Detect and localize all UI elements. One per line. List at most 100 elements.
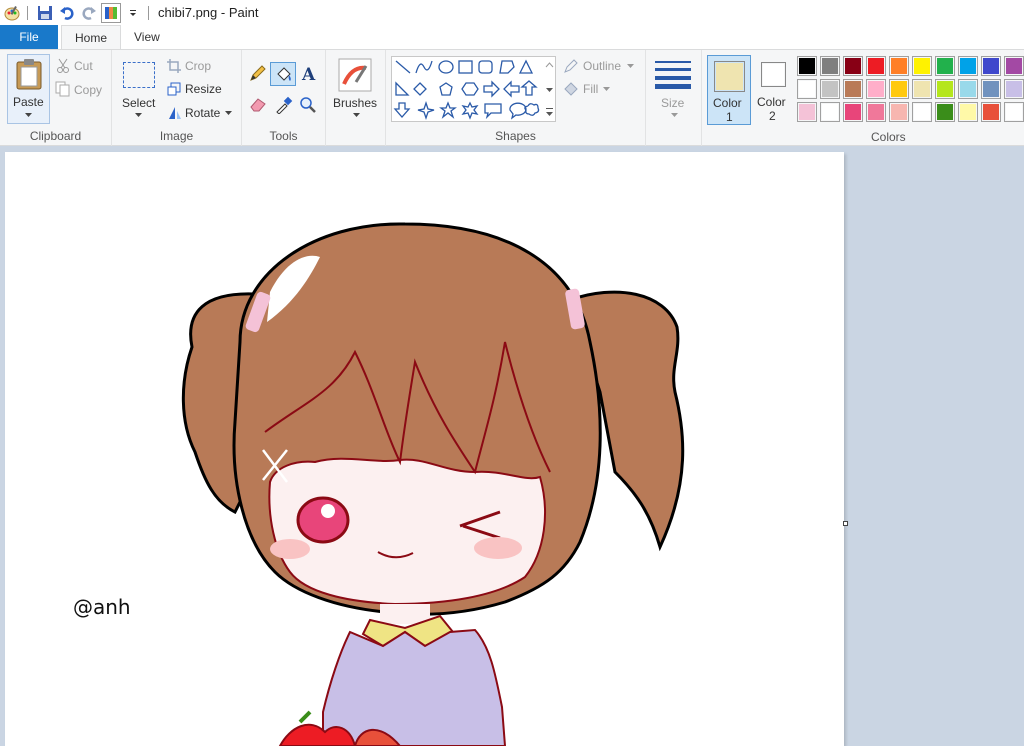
resize-icon — [167, 82, 181, 96]
color-swatch[interactable] — [958, 56, 978, 76]
outline-button[interactable]: Outline — [583, 59, 621, 73]
color1-button[interactable]: Color 1 — [707, 55, 751, 125]
chevron-down-icon — [627, 64, 634, 68]
chevron-down-icon — [225, 111, 232, 115]
color-swatch-fill — [891, 81, 907, 97]
color-swatch[interactable] — [912, 56, 932, 76]
gallery-scrollbar[interactable] — [545, 60, 554, 120]
color-swatch-fill — [914, 81, 930, 97]
color-swatch[interactable] — [889, 56, 909, 76]
color-swatch[interactable] — [1004, 56, 1024, 76]
color-swatch[interactable] — [935, 79, 955, 99]
color-swatch[interactable] — [797, 56, 817, 76]
chevron-down-icon — [671, 113, 678, 117]
resize-button[interactable]: Resize — [185, 82, 222, 96]
color-swatch[interactable] — [797, 102, 817, 122]
text-tool-icon[interactable]: A — [300, 64, 318, 82]
color-swatch[interactable] — [981, 79, 1001, 99]
color-swatch[interactable] — [843, 102, 863, 122]
open-eye — [296, 496, 350, 544]
color-swatch[interactable] — [843, 56, 863, 76]
fill-button[interactable]: Fill — [583, 82, 598, 96]
redo-icon[interactable] — [79, 3, 99, 23]
brushes-label: Brushes — [333, 96, 378, 110]
chibi-drawing — [181, 222, 685, 746]
rectangle-shape-icon — [458, 60, 473, 74]
color-swatch-fill — [822, 58, 838, 74]
color-swatch[interactable] — [866, 79, 886, 99]
undo-icon[interactable] — [57, 3, 77, 23]
color-swatch[interactable] — [866, 102, 886, 122]
save-icon[interactable] — [35, 3, 55, 23]
color-swatch[interactable] — [889, 79, 909, 99]
brushes-group: Brushes — [326, 50, 386, 146]
eraser-icon[interactable] — [249, 96, 267, 112]
quick-access-toolbar — [0, 0, 154, 25]
color-swatch[interactable] — [820, 102, 840, 122]
customize-toolbar-chevron-down-icon[interactable] — [123, 3, 143, 23]
color-swatch-fill — [891, 58, 907, 74]
ribbon-tabs: File Home View — [0, 25, 1024, 49]
color2-button[interactable]: Color 2 — [753, 55, 795, 125]
color-swatch[interactable] — [1004, 102, 1024, 122]
color-swatch-fill — [868, 58, 884, 74]
brushes-button[interactable]: Brushes — [331, 54, 381, 122]
color-swatch[interactable] — [958, 79, 978, 99]
size-button[interactable]: Size — [652, 54, 696, 122]
fill-tool-button[interactable] — [270, 62, 296, 86]
rotate-icon — [169, 107, 181, 119]
color-swatch-fill — [868, 81, 884, 97]
separator — [148, 5, 149, 20]
color-swatch[interactable] — [958, 102, 978, 122]
color-swatch[interactable] — [981, 102, 1001, 122]
color-palette-icon[interactable] — [101, 2, 121, 23]
size-group: Size — [646, 50, 702, 146]
magnifier-icon[interactable] — [299, 96, 317, 114]
shapes-gallery[interactable] — [391, 56, 556, 122]
shapes-group: Outline Fill Shapes — [386, 50, 646, 146]
title-bar: chibi7.png - Paint — [0, 0, 1024, 25]
rotate-button[interactable]: Rotate — [185, 106, 220, 120]
color-swatch-fill — [799, 58, 815, 74]
color-swatch-fill — [1006, 58, 1022, 74]
color-swatch[interactable] — [820, 56, 840, 76]
color1-swatch — [714, 61, 745, 92]
color-swatch[interactable] — [866, 56, 886, 76]
color-swatch[interactable] — [843, 79, 863, 99]
color-swatch[interactable] — [912, 79, 932, 99]
drawing-canvas[interactable]: @anh — [5, 152, 844, 746]
pencil-icon[interactable] — [249, 64, 267, 82]
canvas-resize-handle[interactable] — [843, 521, 848, 526]
color-swatch-fill — [937, 58, 953, 74]
tab-file[interactable]: File — [0, 25, 58, 49]
paint-app-icon[interactable] — [2, 3, 22, 23]
color-swatch[interactable] — [912, 102, 932, 122]
color1-number: 1 — [726, 110, 733, 124]
select-label: Select — [122, 96, 156, 110]
tab-view[interactable]: View — [121, 25, 173, 49]
cut-button[interactable]: Cut — [74, 59, 93, 73]
cloud-callout-icon — [524, 103, 540, 116]
copy-button[interactable]: Copy — [74, 83, 102, 97]
tab-home[interactable]: Home — [61, 25, 122, 49]
triangle-shape-icon — [518, 59, 534, 74]
shapes-group-label: Shapes — [495, 129, 536, 143]
color-swatch[interactable] — [935, 102, 955, 122]
color-swatch[interactable] — [797, 79, 817, 99]
apple — [278, 723, 357, 746]
color-swatch[interactable] — [1004, 79, 1024, 99]
color-swatch-fill — [822, 81, 838, 97]
crop-button[interactable]: Crop — [185, 59, 211, 73]
down-arrow-shape-icon — [393, 102, 411, 118]
color-swatch[interactable] — [981, 56, 1001, 76]
color-swatch[interactable] — [889, 102, 909, 122]
paint-bucket-icon — [277, 67, 291, 81]
curve-shape-icon — [415, 60, 433, 74]
select-button[interactable]: Select — [120, 54, 156, 122]
paste-button[interactable]: Paste — [7, 54, 50, 124]
color-swatch-fill — [868, 104, 884, 120]
color-picker-icon[interactable] — [275, 96, 293, 114]
color-swatch-fill — [845, 104, 861, 120]
color-swatch[interactable] — [935, 56, 955, 76]
color-swatch[interactable] — [820, 79, 840, 99]
